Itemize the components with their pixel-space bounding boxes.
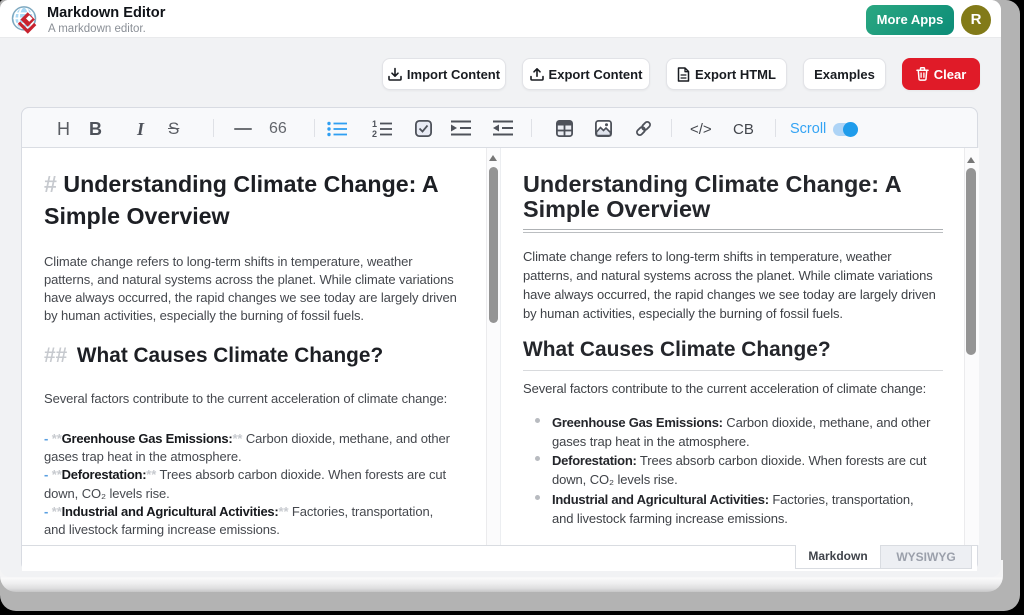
svg-text:1: 1: [372, 119, 377, 129]
svg-text:2: 2: [372, 129, 377, 139]
